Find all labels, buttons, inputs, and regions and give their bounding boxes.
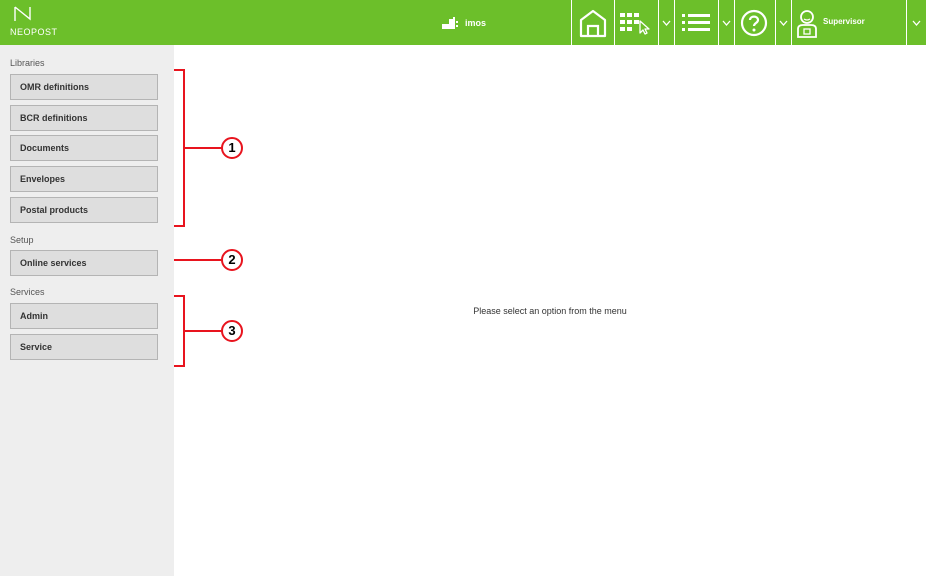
empty-state-message: Please select an option from the menu (473, 306, 627, 316)
user-button[interactable] (794, 0, 820, 45)
callout-number-3: 3 (228, 323, 236, 338)
job-select-dropdown[interactable] (659, 0, 673, 45)
separator (734, 0, 735, 45)
menu-item-bcr-definitions[interactable]: BCR definitions (10, 105, 158, 131)
user-name: Supervisor (823, 17, 865, 26)
section-title-libraries: Libraries (10, 58, 45, 68)
section-title-setup: Setup (10, 235, 34, 245)
chevron-down-icon (912, 20, 920, 26)
list-menu-dropdown[interactable] (719, 0, 733, 45)
separator (906, 0, 907, 45)
list-menu-icon (682, 13, 710, 31)
chevron-down-icon (722, 20, 730, 26)
separator (614, 0, 615, 45)
help-dropdown[interactable] (776, 0, 790, 45)
home-icon (579, 9, 607, 37)
menu-item-documents[interactable]: Documents (10, 135, 158, 161)
callout-number-1: 1 (228, 140, 236, 155)
top-bar: NEOPOST imos Supervisor (0, 0, 926, 45)
neopost-logo: NEOPOST (10, 5, 70, 39)
callout-number-2: 2 (228, 252, 236, 267)
help-icon (740, 9, 768, 36)
separator (674, 0, 675, 45)
menu-item-admin[interactable]: Admin (10, 303, 158, 329)
help-button[interactable] (736, 0, 772, 45)
machine-icon (442, 17, 458, 29)
brand-label: NEOPOST (10, 27, 58, 37)
menu-item-postal-products[interactable]: Postal products (10, 197, 158, 223)
job-select-button[interactable] (616, 0, 656, 45)
main-content: Please select an option from the menu (174, 45, 926, 576)
menu-item-envelopes[interactable]: Envelopes (10, 166, 158, 192)
machine-name: imos (465, 18, 487, 28)
neopost-logo-icon (14, 6, 31, 21)
list-menu-button[interactable] (676, 0, 716, 45)
machine-indicator[interactable]: imos (441, 15, 486, 31)
user-dropdown[interactable] (909, 0, 923, 45)
separator (571, 0, 572, 45)
menu-item-service[interactable]: Service (10, 334, 158, 360)
sidebar: Libraries OMR definitions BCR definition… (0, 45, 174, 576)
section-title-services: Services (10, 287, 45, 297)
home-button[interactable] (573, 0, 613, 45)
menu-item-omr-definitions[interactable]: OMR definitions (10, 74, 158, 100)
separator (791, 0, 792, 45)
job-select-icon (620, 12, 650, 35)
chevron-down-icon (662, 20, 670, 26)
chevron-down-icon (779, 20, 787, 26)
user-icon (797, 9, 817, 38)
menu-item-online-services[interactable]: Online services (10, 250, 158, 276)
